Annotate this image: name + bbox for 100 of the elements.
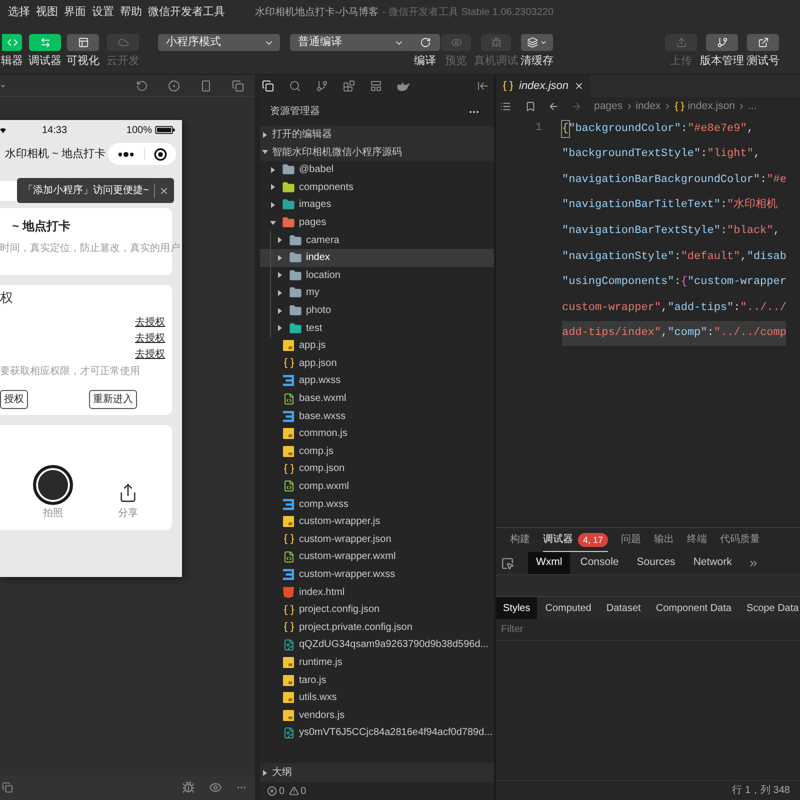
- mode-select[interactable]: 小程序模式: [158, 34, 280, 51]
- file-item[interactable]: comp.json: [260, 460, 494, 478]
- overlapping-windows-icon[interactable]: [2, 782, 13, 793]
- folder-item[interactable]: @babel: [260, 161, 494, 179]
- view-toggle-button[interactable]: [29, 34, 61, 51]
- caret-right-icon[interactable]: [263, 132, 267, 138]
- file-item[interactable]: custom-wrapper.wxss: [260, 566, 494, 584]
- caret-right-icon[interactable]: [278, 237, 282, 244]
- caret-right-icon[interactable]: [271, 202, 275, 208]
- view-toggle-button[interactable]: [2, 34, 22, 51]
- caret-right-icon[interactable]: [278, 272, 282, 278]
- inspector-tab[interactable]: Console: [572, 552, 627, 574]
- close-icon[interactable]: [158, 186, 169, 196]
- file-item[interactable]: project.config.json: [260, 600, 494, 618]
- toolbar-button[interactable]: [706, 34, 738, 51]
- section-header[interactable]: 打开的编辑器: [260, 126, 494, 144]
- panel-tab[interactable]: 输出: [654, 528, 674, 552]
- file-item[interactable]: comp.wxml: [260, 478, 494, 496]
- eye-icon[interactable]: [209, 781, 222, 794]
- inspector-tab[interactable]: Sources: [628, 552, 684, 574]
- capsule-menu[interactable]: [108, 143, 176, 165]
- outlined-button[interactable]: 授权: [0, 390, 28, 409]
- panel-tab[interactable]: 终端: [687, 528, 708, 552]
- inspect-icon[interactable]: [501, 556, 514, 570]
- toolbar-button[interactable]: [521, 34, 553, 51]
- style-tab[interactable]: Computed: [538, 597, 598, 619]
- caret-right-icon[interactable]: [278, 254, 282, 261]
- list-icon[interactable]: [500, 101, 511, 112]
- caret-down-icon[interactable]: [270, 220, 276, 225]
- menu-item[interactable]: 设置: [92, 4, 114, 21]
- file-item[interactable]: utils.wxs: [260, 688, 494, 706]
- breadcrumb-item[interactable]: ...: [748, 98, 757, 114]
- compile-select[interactable]: 普通编译: [290, 34, 410, 51]
- panel-tab[interactable]: 问题: [621, 528, 642, 552]
- inspector-tab[interactable]: Network: [685, 552, 740, 574]
- caret-right-icon[interactable]: [278, 325, 282, 332]
- file-item[interactable]: custom-wrapper.wxml: [260, 548, 494, 566]
- file-item[interactable]: project.private.config.json: [260, 618, 494, 636]
- more-dots-icon[interactable]: [117, 152, 135, 156]
- menu-item[interactable]: 界面: [64, 4, 86, 21]
- target-icon[interactable]: [154, 148, 167, 160]
- view-toggle-button[interactable]: [67, 34, 99, 51]
- file-item[interactable]: vendors.js: [260, 706, 494, 724]
- folder-item[interactable]: images: [260, 196, 494, 214]
- menu-item[interactable]: 帮助: [120, 4, 142, 21]
- blocks-icon[interactable]: [343, 80, 355, 92]
- filter-field[interactable]: Filter: [496, 619, 800, 640]
- file-item[interactable]: app.json: [260, 354, 494, 372]
- file-item[interactable]: base.wxss: [260, 407, 494, 425]
- style-tab[interactable]: Component Data: [648, 597, 738, 619]
- panel-tab[interactable]: 构建: [510, 528, 530, 552]
- menu-item[interactable]: 微信开发者工具: [148, 4, 225, 21]
- folder-item[interactable]: pages: [260, 214, 494, 232]
- inspector-tab[interactable]: Wxml: [528, 552, 570, 574]
- link[interactable]: 去授权: [135, 315, 165, 331]
- file-item[interactable]: qQZdUG34qsam9a9263790d9b38d596d...: [260, 636, 494, 654]
- folder-item[interactable]: location: [260, 266, 494, 284]
- menu-item[interactable]: 视图: [36, 4, 58, 21]
- whale-icon[interactable]: [397, 82, 410, 90]
- caret-icon[interactable]: [0, 82, 6, 88]
- folder-item[interactable]: my: [260, 284, 494, 302]
- bookmark-icon[interactable]: [525, 101, 536, 112]
- outlined-button[interactable]: 重新进入: [89, 390, 137, 409]
- file-item[interactable]: ys0mVT6J5CCjc84a2816e4f94acf0d789d...: [260, 724, 494, 742]
- editor-tab[interactable]: index.json: [496, 75, 590, 97]
- file-item[interactable]: runtime.js: [260, 654, 494, 672]
- file-item[interactable]: common.js: [260, 424, 494, 442]
- caret-right-icon[interactable]: [278, 290, 282, 296]
- rotate-icon[interactable]: [136, 80, 148, 92]
- folder-item[interactable]: components: [260, 178, 494, 196]
- file-item[interactable]: index.html: [260, 583, 494, 601]
- panel-tab[interactable]: 调试器 4, 17: [543, 528, 608, 552]
- overlapping-windows-icon[interactable]: [232, 80, 244, 92]
- files-icon[interactable]: [262, 80, 274, 92]
- folder-item[interactable]: test: [260, 319, 494, 337]
- toolbar-button[interactable]: [747, 34, 779, 51]
- section-header[interactable]: 大纲: [260, 763, 494, 782]
- close-icon[interactable]: [574, 81, 584, 91]
- search-icon[interactable]: [289, 80, 301, 92]
- caret-right-icon[interactable]: [271, 184, 275, 190]
- folder-item[interactable]: index: [260, 248, 494, 267]
- caret-right-icon[interactable]: [263, 770, 267, 776]
- share-icon[interactable]: [118, 483, 138, 503]
- file-item[interactable]: comp.js: [260, 442, 494, 460]
- link[interactable]: 去授权: [135, 331, 165, 347]
- file-item[interactable]: base.wxml: [260, 390, 494, 408]
- menu-item[interactable]: 选择: [8, 4, 30, 21]
- breadcrumb-item[interactable]: index.json: [688, 98, 735, 114]
- folder-item[interactable]: photo: [260, 302, 494, 320]
- phone-icon[interactable]: [200, 80, 212, 92]
- bug-icon[interactable]: [182, 781, 195, 794]
- file-item[interactable]: app.js: [260, 336, 494, 355]
- shutter-button[interactable]: [33, 465, 73, 505]
- caret-right-icon[interactable]: [278, 308, 282, 314]
- layout-icon[interactable]: [370, 80, 382, 92]
- collapse-panel-icon[interactable]: [477, 80, 489, 92]
- section-header[interactable]: 智能水印相机微信小程序源码: [260, 144, 494, 161]
- record-icon[interactable]: [168, 80, 180, 92]
- breadcrumb-item[interactable]: pages: [594, 98, 623, 114]
- file-item[interactable]: app.wxss: [260, 372, 494, 390]
